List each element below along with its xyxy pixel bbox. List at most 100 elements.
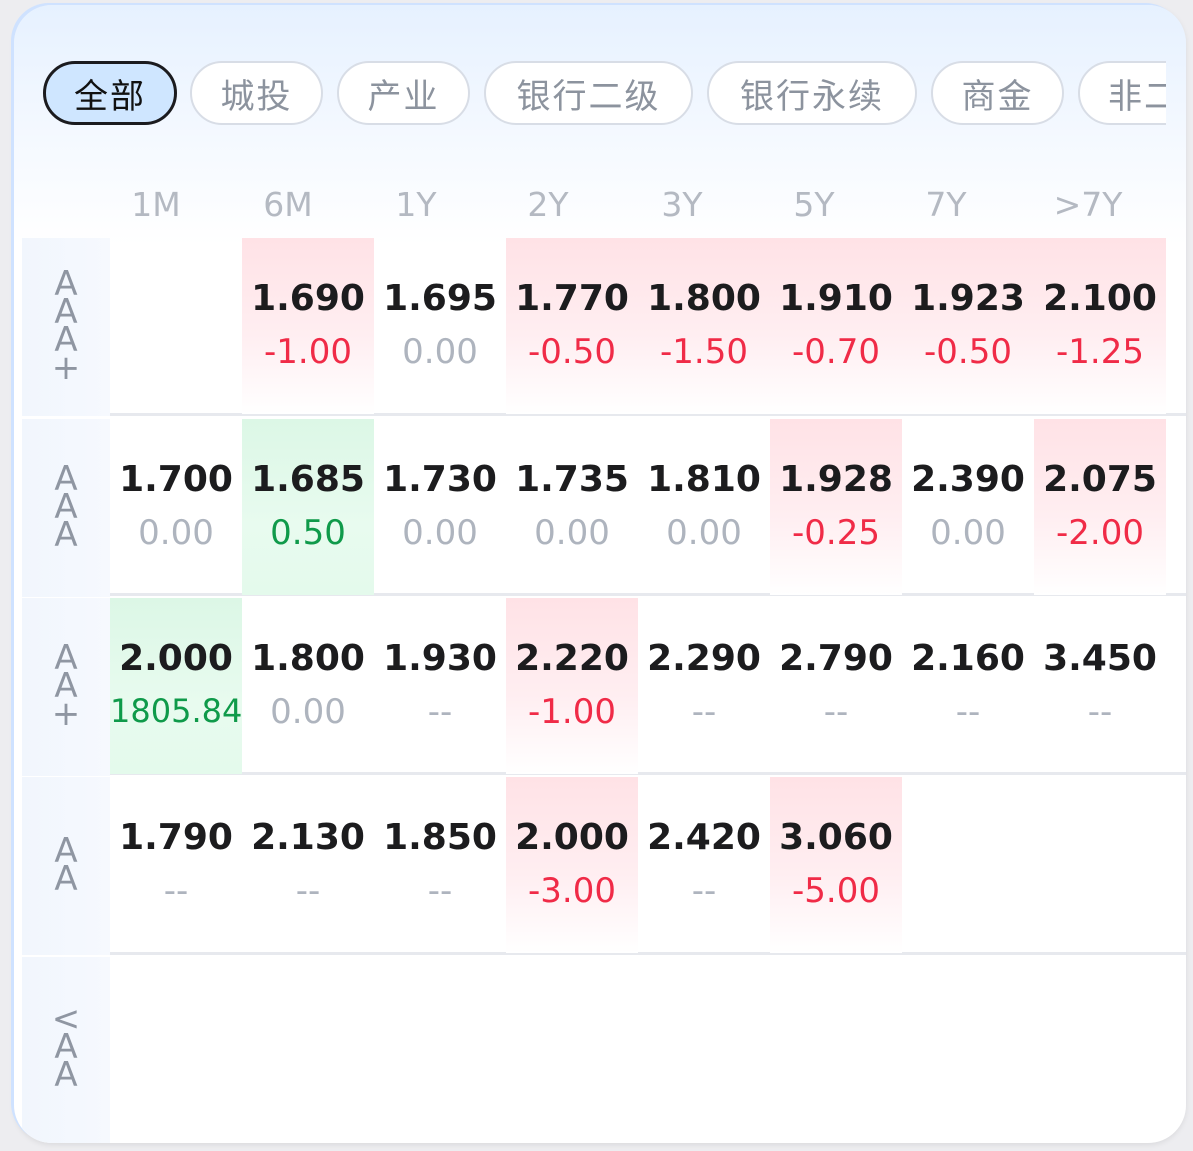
yield-change: -0.25	[792, 513, 880, 553]
yield-matrix-card: 全部 城投 产业 银行二级 银行永续 商金 非二 1M 6M 1Y 2Y 3Y …	[14, 5, 1186, 1143]
yield-change: 0.00	[666, 513, 742, 553]
row-label-char: A	[54, 515, 78, 555]
yield-cell-aa-plus-1y[interactable]: 1.930 --	[374, 598, 506, 774]
yield-cell-aaa-plus-3y[interactable]: 1.800 -1.50	[638, 238, 770, 414]
yield-value: 2.290	[647, 638, 761, 679]
yield-cell-aaa-plus-7y[interactable]: 1.923 -0.50	[902, 238, 1034, 414]
yield-change: --	[1087, 692, 1113, 732]
col-header-6m: 6M	[263, 185, 313, 224]
yield-cell-aaa-5y[interactable]: 1.928 -0.25	[770, 419, 902, 595]
yield-cell-below-aa-1m	[110, 957, 242, 1133]
yield-cell-aaa-7y[interactable]: 2.390 0.00	[902, 419, 1034, 595]
yield-value: 2.000	[119, 638, 233, 679]
yield-change: --	[295, 871, 321, 911]
yield-cell-aa-1y[interactable]: 1.850 --	[374, 777, 506, 953]
yield-value: 1.730	[383, 459, 497, 500]
row-label-aa: AA	[22, 777, 110, 953]
yield-value: 1.735	[515, 459, 629, 500]
yield-change: -0.50	[924, 332, 1012, 372]
yield-cell-aaa-plus-1m	[110, 238, 242, 414]
tab-commercial-finance[interactable]: 商金	[931, 61, 1064, 125]
yield-value: 1.800	[251, 638, 365, 679]
yield-cell-aaa-plus-5y[interactable]: 1.910 -0.70	[770, 238, 902, 414]
tab-urban-investment[interactable]: 城投	[190, 61, 323, 125]
yield-value: 1.810	[647, 459, 761, 500]
yield-value: 1.923	[911, 278, 1025, 319]
yield-value: 1.930	[383, 638, 497, 679]
yield-change: 0.00	[270, 692, 346, 732]
yield-cell-aaa-plus-6m[interactable]: 1.690 -1.00	[242, 238, 374, 414]
yield-cell-below-aa-gt7y	[1034, 957, 1166, 1133]
yield-value: 1.790	[119, 817, 233, 858]
yield-value: 1.690	[251, 278, 365, 319]
yield-cell-aa-plus-7y[interactable]: 2.160 --	[902, 598, 1034, 774]
col-header-3y: 3Y	[661, 185, 703, 224]
yield-cell-aa-6m[interactable]: 2.130 --	[242, 777, 374, 953]
yield-cell-below-aa-6m	[242, 957, 374, 1133]
yield-value: 2.130	[251, 817, 365, 858]
yield-cell-aaa-2y[interactable]: 1.735 0.00	[506, 419, 638, 595]
yield-cell-aa-plus-6m[interactable]: 1.800 0.00	[242, 598, 374, 774]
yield-cell-aa-plus-gt7y[interactable]: 3.450 --	[1034, 598, 1166, 774]
yield-change: -1.25	[1056, 332, 1144, 372]
tab-non-tier2[interactable]: 非二	[1078, 61, 1166, 125]
yield-cell-aa-2y[interactable]: 2.000 -3.00	[506, 777, 638, 953]
col-header-1m: 1M	[131, 185, 181, 224]
yield-value: 2.420	[647, 817, 761, 858]
yield-cell-below-aa-2y	[506, 957, 638, 1133]
yield-cell-aa-plus-1m[interactable]: 2.000 1805.84	[110, 598, 242, 774]
yield-value: 2.160	[911, 638, 1025, 679]
yield-value: 2.790	[779, 638, 893, 679]
yield-change: --	[955, 692, 981, 732]
yield-cell-aa-plus-5y[interactable]: 2.790 --	[770, 598, 902, 774]
yield-change: --	[691, 871, 717, 911]
col-header-1y: 1Y	[395, 185, 437, 224]
yield-value: 2.220	[515, 638, 629, 679]
yield-value: 1.910	[779, 278, 893, 319]
yield-change: --	[691, 692, 717, 732]
row-label-char: +	[51, 694, 81, 734]
yield-value: 1.928	[779, 459, 893, 500]
yield-value: 3.450	[1043, 638, 1157, 679]
yield-cell-aaa-3y[interactable]: 1.810 0.00	[638, 419, 770, 595]
yield-change: -0.50	[528, 332, 616, 372]
yield-change: --	[163, 871, 189, 911]
yield-cell-aaa-plus-gt7y[interactable]: 2.100 -1.25	[1034, 238, 1166, 414]
tab-industrial[interactable]: 产业	[337, 61, 470, 125]
yield-value: 1.770	[515, 278, 629, 319]
tab-all[interactable]: 全部	[43, 61, 177, 125]
yield-cell-below-aa-1y	[374, 957, 506, 1133]
yield-value: 1.850	[383, 817, 497, 858]
yield-change: 0.50	[270, 513, 346, 553]
yield-cell-below-aa-7y	[902, 957, 1034, 1133]
yield-cell-aaa-plus-2y[interactable]: 1.770 -0.50	[506, 238, 638, 414]
row-label-char: +	[51, 348, 81, 388]
yield-cell-aa-plus-3y[interactable]: 2.290 --	[638, 598, 770, 774]
yield-cell-aa-3y[interactable]: 2.420 --	[638, 777, 770, 953]
yield-change: -3.00	[528, 871, 616, 911]
yield-value: 2.390	[911, 459, 1025, 500]
yield-change: -5.00	[792, 871, 880, 911]
row-label-char: A	[54, 859, 78, 899]
col-header-7y: 7Y	[925, 185, 967, 224]
tab-bank-perpetual[interactable]: 银行永续	[707, 61, 917, 125]
yield-value: 2.100	[1043, 278, 1157, 319]
yield-cell-aa-5y[interactable]: 3.060 -5.00	[770, 777, 902, 953]
yield-change: 0.00	[138, 513, 214, 553]
yield-cell-aaa-gt7y[interactable]: 2.075 -2.00	[1034, 419, 1166, 595]
yield-cell-aaa-plus-1y[interactable]: 1.695 0.00	[374, 238, 506, 414]
yield-change: -1.00	[528, 692, 616, 732]
yield-cell-aa-plus-2y[interactable]: 2.220 -1.00	[506, 598, 638, 774]
yield-change: 1805.84	[110, 692, 243, 730]
yield-value: 1.700	[119, 459, 233, 500]
yield-change: --	[427, 871, 453, 911]
tab-bank-tier2[interactable]: 银行二级	[484, 61, 693, 125]
yield-change: 0.00	[534, 513, 610, 553]
yield-cell-aa-1m[interactable]: 1.790 --	[110, 777, 242, 953]
yield-cell-aaa-1m[interactable]: 1.700 0.00	[110, 419, 242, 595]
col-header-5y: 5Y	[793, 185, 835, 224]
row-label-below-aa: < A A	[22, 957, 110, 1137]
row-label-aa-plus: A A +	[22, 598, 110, 774]
yield-cell-aaa-6m[interactable]: 1.685 0.50	[242, 419, 374, 595]
yield-cell-aaa-1y[interactable]: 1.730 0.00	[374, 419, 506, 595]
